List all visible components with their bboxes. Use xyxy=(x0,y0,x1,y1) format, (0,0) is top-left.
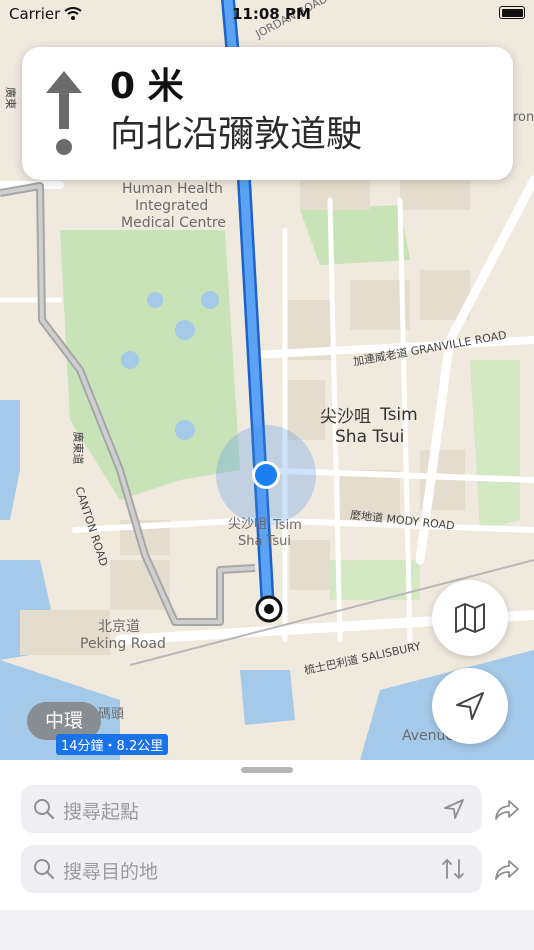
turn-instruction: 向北沿彌敦道駛 xyxy=(110,114,363,155)
map-label-station: Tsim xyxy=(273,518,302,533)
user-location-dot xyxy=(255,464,277,486)
map-label-district: Sha Tsui xyxy=(335,427,405,447)
map-mode-button[interactable] xyxy=(432,580,508,656)
map-label-station: 尖沙咀 xyxy=(228,517,268,532)
map-icon xyxy=(455,603,485,633)
current-location-icon[interactable] xyxy=(442,797,466,821)
map-label-station: Sha Tsui xyxy=(238,534,292,549)
turn-distance: 0 米 xyxy=(110,66,184,107)
recenter-location-button[interactable] xyxy=(432,668,508,744)
location-arrow-icon xyxy=(456,692,484,720)
start-search-placeholder: 搜尋起點 xyxy=(63,801,140,823)
pool xyxy=(240,670,295,725)
map-label-poi: Integrated xyxy=(135,198,209,214)
share-arrow-icon[interactable] xyxy=(494,797,520,823)
start-search-field[interactable]: 搜尋起點 xyxy=(21,785,482,833)
map-label-district: 尖沙咀 xyxy=(320,407,371,427)
map-label-peking-road-zh: 北京道 xyxy=(98,619,140,635)
destination-search-placeholder: 搜尋目的地 xyxy=(63,861,159,883)
eta-label: 14分鐘・8.2公里 xyxy=(56,734,169,755)
park-area-2 xyxy=(300,205,410,265)
park-area-3 xyxy=(470,360,520,530)
map-label-poi: Medical Centre xyxy=(121,215,226,231)
sheet-grabber[interactable] xyxy=(241,767,293,773)
status-time: 11:08 PM xyxy=(232,5,311,23)
swap-icon[interactable] xyxy=(440,857,466,881)
map-label-poi: Human Health xyxy=(122,181,223,197)
map-label-district: Tsim xyxy=(380,405,418,425)
carrier-label: Carrier xyxy=(9,5,61,23)
map-label-peking-road-en: Peking Road xyxy=(80,636,166,652)
search-icon xyxy=(34,799,55,820)
share-arrow-icon[interactable] xyxy=(494,857,520,883)
map-label-pier: 碼頭 xyxy=(98,707,125,722)
home-indicator-area xyxy=(0,910,534,950)
straight-arrow-icon xyxy=(46,71,82,155)
turn-instruction-card[interactable]: 0 米 向北沿彌敦道駛 xyxy=(22,47,513,180)
map-label-canton-road-top: 廣東 xyxy=(4,87,17,109)
wifi-icon xyxy=(64,6,82,24)
search-icon xyxy=(34,859,55,880)
water-west xyxy=(0,400,20,520)
map-label-canton-road-zh: 廣東道 xyxy=(71,431,85,465)
map-label-edge: ron xyxy=(513,110,534,125)
park-area xyxy=(60,230,240,500)
destination-search-field[interactable]: 搜尋目的地 xyxy=(21,845,482,893)
status-bar: Carrier 11:08 PM xyxy=(0,0,534,30)
battery-icon xyxy=(499,6,525,19)
